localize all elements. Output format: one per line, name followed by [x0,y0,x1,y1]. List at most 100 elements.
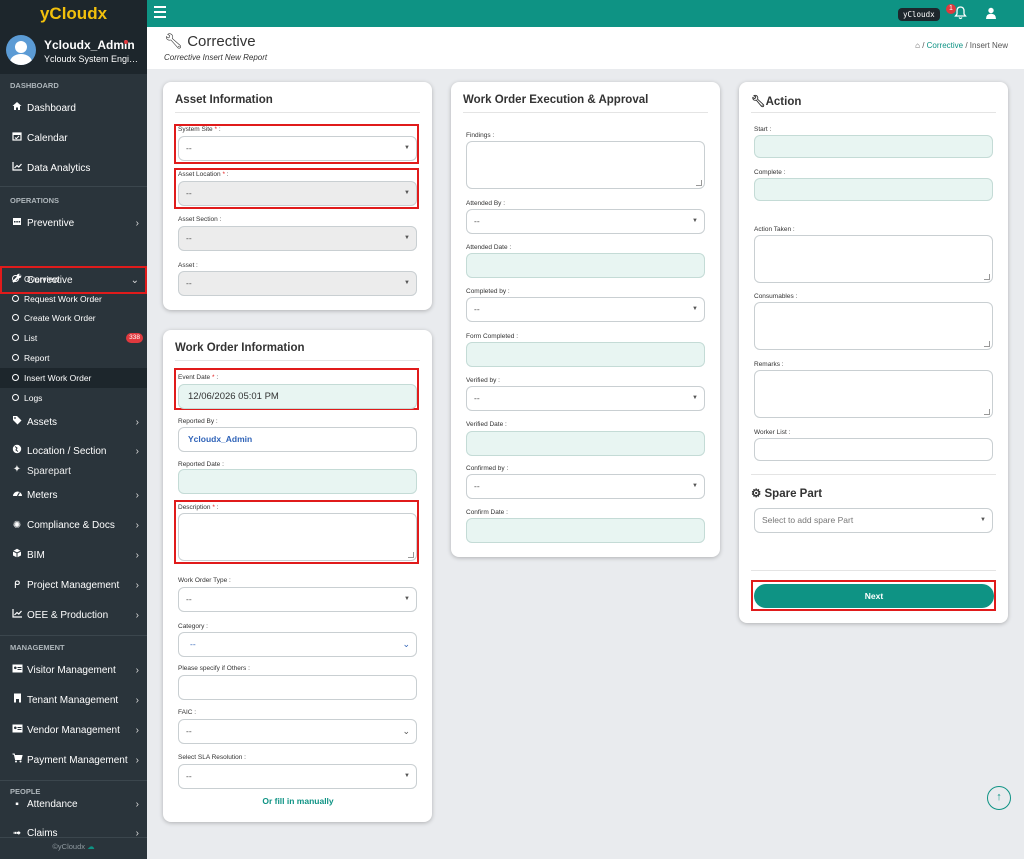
verified-date-input[interactable] [466,431,705,456]
next-button[interactable]: Next [754,584,994,608]
resize-handle-icon[interactable] [408,552,414,558]
wo-type-label: Work Order Type : [178,577,231,584]
asset-select[interactable]: -- ▼ [178,271,417,296]
category-select[interactable]: -- ⌄ [178,632,417,657]
sidebar-sub-insert-work-order[interactable]: Insert Work Order [0,368,147,388]
system-site-select[interactable]: -- ▼ [178,136,417,161]
resize-handle-icon[interactable] [984,409,990,415]
calendar-icon [11,209,23,239]
sidebar-item-oee-production[interactable]: OEE & Production › [0,601,147,631]
sidebar-item-preventive[interactable]: Preventive › [0,209,147,239]
select-value: -- [190,639,196,649]
chevron-right-icon: › [135,446,139,457]
remarks-label: Remarks : [754,361,784,368]
resize-handle-icon[interactable] [984,274,990,280]
tag-icon [11,408,23,438]
consumables-textarea[interactable] [754,302,993,350]
breadcrumb-current: Insert New [969,41,1008,50]
sidebar-sub-overview[interactable]: Overview [0,269,147,289]
asset-section-select[interactable]: -- ▼ [178,226,417,251]
caret-down-icon: ▼ [404,235,410,241]
sidebar-item-attendance[interactable]: ▪ Attendance › [0,799,147,813]
attended-by-select[interactable]: -- ▼ [466,209,705,234]
resize-handle-icon[interactable] [696,180,702,186]
event-date-label: Event Date * : [178,374,219,381]
action-taken-textarea[interactable] [754,235,993,283]
breadcrumb-corrective[interactable]: Corrective [927,41,963,50]
circle-icon [12,374,19,381]
confirmed-by-select[interactable]: -- ▼ [466,474,705,499]
scroll-to-top-icon[interactable]: ↑ [987,786,1011,810]
completed-by-select[interactable]: -- ▼ [466,297,705,322]
copyright-text: ©yCloudx [52,842,86,851]
sidebar-item-tenant-management[interactable]: Tenant Management › [0,686,147,716]
divider [751,570,996,571]
wo-type-select[interactable]: -- ▼ [178,587,417,612]
divider [0,635,147,636]
start-input[interactable] [754,135,993,158]
sidebar-item-location-section[interactable]: Location / Section › [0,438,147,464]
asset-location-select[interactable]: -- ▼ [178,181,417,206]
sla-select[interactable]: -- ▼ [178,764,417,789]
chevron-down-icon: ⌄ [402,726,410,736]
sidebar-item-visitor-management[interactable]: Visitor Management › [0,656,147,686]
sidebar-item-meters[interactable]: Meters › [0,481,147,511]
chevron-right-icon: › [135,799,139,810]
remarks-textarea[interactable] [754,370,993,418]
sidebar-item-label: Meters [27,490,58,501]
sidebar-item-label: Data Analytics [27,163,91,174]
sidebar-item-compliance[interactable]: ✺ Compliance & Docs › [0,511,147,541]
reported-by-input[interactable]: Ycloudx_Admin [178,427,417,452]
home-icon[interactable]: ⌂ [915,41,920,50]
resize-handle-icon[interactable] [984,341,990,347]
sidebar-item-vendor-management[interactable]: Vendor Management › [0,716,147,746]
fill-manually-link[interactable]: Or fill in manually [163,796,433,806]
cart-icon [11,746,23,776]
attended-date-input[interactable] [466,253,705,278]
reported-date-input[interactable] [178,469,417,494]
sidebar-sub-create-work-order[interactable]: Create Work Order [0,308,147,328]
spare-part-select[interactable]: Select to add spare Part ▼ [754,508,993,533]
sidebar-item-bim[interactable]: BIM › [0,541,147,571]
sidebar-item-calendar[interactable]: Calendar [0,124,147,154]
faic-select[interactable]: -- ⌄ [178,719,417,744]
sidebar-item-data-analytics[interactable]: Data Analytics [0,154,147,184]
form-completed-input[interactable] [466,342,705,367]
complete-input[interactable] [754,178,993,201]
sidebar-item-payment-management[interactable]: Payment Management › [0,746,147,776]
confirm-date-input[interactable] [466,518,705,543]
chevron-right-icon: › [135,610,139,621]
brand-logo[interactable]: yCloudx [0,0,147,27]
sidebar-item-claims[interactable]: ➟ Claims › [0,828,147,842]
user-icon[interactable] [985,7,997,21]
sidebar-item-project-management[interactable]: ᑭ Project Management › [0,571,147,601]
select-value: -- [186,143,192,153]
count-badge: 338 [126,333,143,343]
chart-icon [11,154,23,184]
chart-icon [11,601,23,631]
sidebar-item-assets[interactable]: Assets › [0,408,147,438]
worker-list-input[interactable] [754,438,993,461]
caret-down-icon: ▼ [404,773,410,779]
others-input[interactable] [178,675,417,700]
event-date-input[interactable]: 12/06/2026 05:01 PM [178,384,417,409]
sidebar-sub-list[interactable]: List 338 [0,328,147,348]
sidebar-sub-logs[interactable]: Logs [0,388,147,408]
menu-toggle-icon[interactable] [154,6,166,18]
cube-icon [11,541,23,571]
divider [175,360,420,361]
verified-by-select[interactable]: -- ▼ [466,386,705,411]
sidebar-item-label: OEE & Production [27,610,109,621]
sidebar-sub-report[interactable]: Report [0,348,147,368]
sub-label: Create Work Order [24,313,96,323]
findings-textarea[interactable] [466,141,705,189]
chevron-right-icon: › [135,580,139,591]
tenant-badge[interactable]: yCloudx [898,8,940,21]
caret-down-icon: ▼ [404,596,410,602]
user-profile[interactable]: Ycloudx_Admin Ycloudx System Engineer [0,27,147,74]
description-textarea[interactable] [178,513,417,561]
action-taken-label: Action Taken : [754,226,795,233]
sidebar-sub-request-work-order[interactable]: Request Work Order [0,289,147,309]
sidebar-item-dashboard[interactable]: Dashboard [0,94,147,124]
select-value: -- [186,233,192,243]
